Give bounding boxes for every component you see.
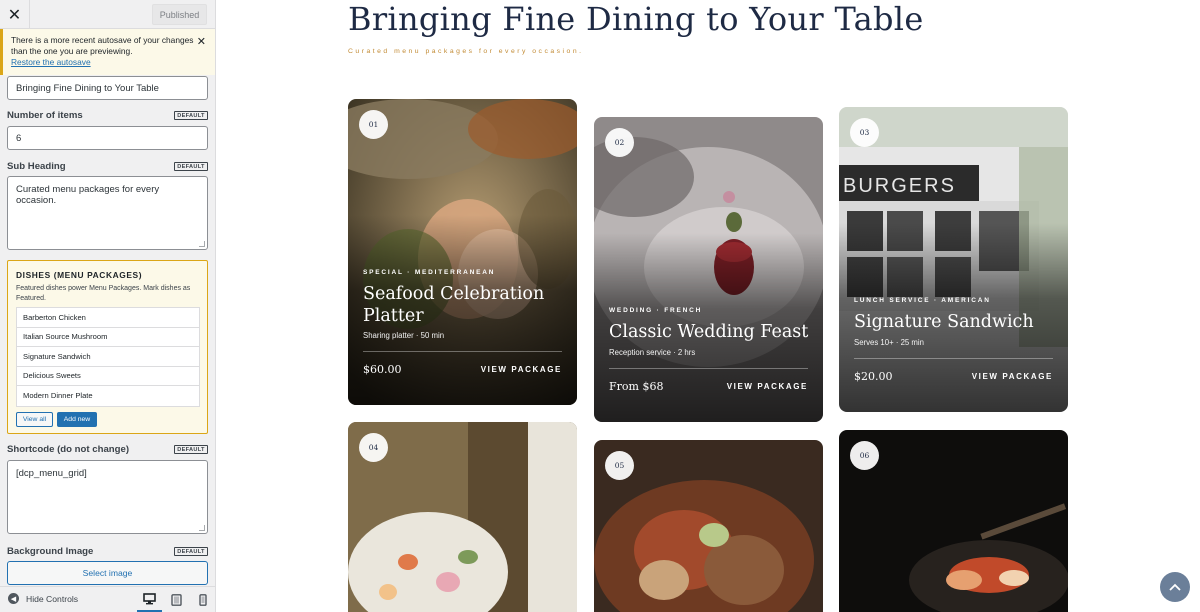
view-all-button[interactable]: View all [16, 412, 53, 427]
menu-card[interactable]: BURGERS 03 LUNCH SERVICE · AMERICAN Sign… [839, 107, 1068, 412]
notice-dismiss-icon[interactable]: ✕ [197, 37, 206, 48]
card-tag: LUNCH SERVICE · AMERICAN [854, 297, 991, 304]
hide-controls-label: Hide Controls [26, 593, 79, 604]
card-divider [854, 358, 1053, 359]
close-icon[interactable]: ✕ [0, 0, 30, 29]
background-image-label: Background Image [7, 546, 94, 557]
list-item[interactable]: Italian Source Mushroom [17, 328, 199, 347]
customizer-header: ✕ Published [0, 0, 215, 29]
card-tag: SPECIAL · MEDITERRANEAN [363, 269, 496, 276]
view-package-link[interactable]: VIEW PACKAGE [481, 365, 562, 374]
scroll-to-top-button[interactable] [1160, 572, 1190, 602]
publish-button[interactable]: Published [152, 4, 207, 25]
hide-controls-button[interactable]: ◀ Hide Controls [8, 593, 78, 604]
collapse-icon: ◀ [8, 593, 19, 604]
card-number: 04 [359, 433, 388, 462]
menu-card[interactable]: 05 [594, 440, 823, 612]
card-number: 05 [605, 451, 634, 480]
tablet-preview-icon[interactable] [164, 587, 189, 612]
default-badge[interactable]: DEFAULT [174, 162, 208, 171]
autosave-notice: There is a more recent autosave of your … [0, 29, 215, 75]
shortcode-value: [dcp_menu_grid] [16, 468, 87, 479]
list-item[interactable]: Delicious Sweets [17, 367, 199, 386]
select-image-button[interactable]: Select image [7, 561, 208, 585]
card-title: Seafood Celebration Platter [363, 284, 545, 326]
card-price: $20.00 [854, 370, 893, 383]
default-badge[interactable]: DEFAULT [174, 111, 208, 120]
resize-handle[interactable] [199, 525, 205, 531]
card-title: Classic Wedding Feast [609, 322, 809, 342]
add-new-button[interactable]: Add new [57, 412, 97, 427]
card-number: 03 [850, 118, 879, 147]
restore-autosave-link[interactable]: Restore the autosave [11, 57, 91, 67]
dishes-panel: DISHES (MENU PACKAGES) Featured dishes p… [7, 260, 208, 434]
shortcode-label: Shortcode (do not change) [7, 444, 130, 455]
menu-card[interactable]: 01 SPECIAL · MEDITERRANEAN Seafood Celeb… [348, 99, 577, 405]
list-item[interactable]: Barberton Chicken [17, 308, 199, 328]
customizer-sidebar: ✕ Published There is a more recent autos… [0, 0, 216, 612]
list-item[interactable]: Modern Dinner Plate [17, 386, 199, 406]
dishes-list: Barberton Chicken Italian Source Mushroo… [16, 307, 200, 407]
card-price: From $68 [609, 380, 664, 393]
view-package-link[interactable]: VIEW PACKAGE [972, 372, 1053, 381]
default-badge[interactable]: DEFAULT [174, 547, 208, 556]
customizer-footer: ◀ Hide Controls [0, 586, 215, 612]
shortcode-textarea[interactable]: [dcp_menu_grid] [7, 460, 208, 534]
default-badge[interactable]: DEFAULT [174, 445, 208, 454]
title-input[interactable]: Bringing Fine Dining to Your Table [7, 76, 208, 100]
card-number: 01 [359, 110, 388, 139]
site-preview: Bringing Fine Dining to Your Table Curat… [217, 0, 1200, 612]
card-tag: WEDDING · FRENCH [609, 307, 703, 314]
sub-heading-value: Curated menu packages for every occasion… [16, 184, 160, 206]
number-of-items-label: Number of items [7, 110, 83, 121]
storefront-sign: BURGERS [843, 175, 956, 197]
list-item[interactable]: Signature Sandwich [17, 347, 199, 367]
view-package-link[interactable]: VIEW PACKAGE [727, 382, 808, 391]
card-meta: Sharing platter · 50 min [363, 331, 445, 340]
card-divider [609, 368, 808, 369]
card-price: $60.00 [363, 363, 402, 376]
sub-heading-textarea[interactable]: Curated menu packages for every occasion… [7, 176, 208, 250]
dishes-description: Featured dishes power Menu Packages. Mar… [16, 285, 191, 302]
mobile-preview-icon[interactable] [190, 587, 215, 612]
card-number: 06 [850, 441, 879, 470]
card-title: Signature Sandwich [854, 312, 1034, 332]
menu-card[interactable]: 04 [348, 422, 577, 612]
menu-card[interactable]: 06 [839, 430, 1068, 612]
chevron-up-icon [1169, 583, 1181, 591]
sub-heading-label: Sub Heading [7, 161, 66, 172]
menu-card[interactable]: 02 WEDDING · FRENCH Classic Wedding Feas… [594, 117, 823, 422]
number-of-items-input[interactable]: 6 [7, 126, 208, 150]
card-meta: Serves 10+ · 25 min [854, 338, 924, 347]
card-number: 02 [605, 128, 634, 157]
card-meta: Reception service · 2 hrs [609, 348, 696, 357]
card-divider [363, 351, 562, 352]
dishes-title: DISHES (MENU PACKAGES) [16, 270, 143, 280]
notice-text: There is a more recent autosave of your … [11, 35, 194, 56]
resize-handle[interactable] [199, 241, 205, 247]
page-subtitle: Curated menu packages for every occasion… [348, 48, 584, 55]
page-title: Bringing Fine Dining to Your Table [348, 0, 924, 38]
desktop-preview-icon[interactable] [137, 587, 162, 612]
